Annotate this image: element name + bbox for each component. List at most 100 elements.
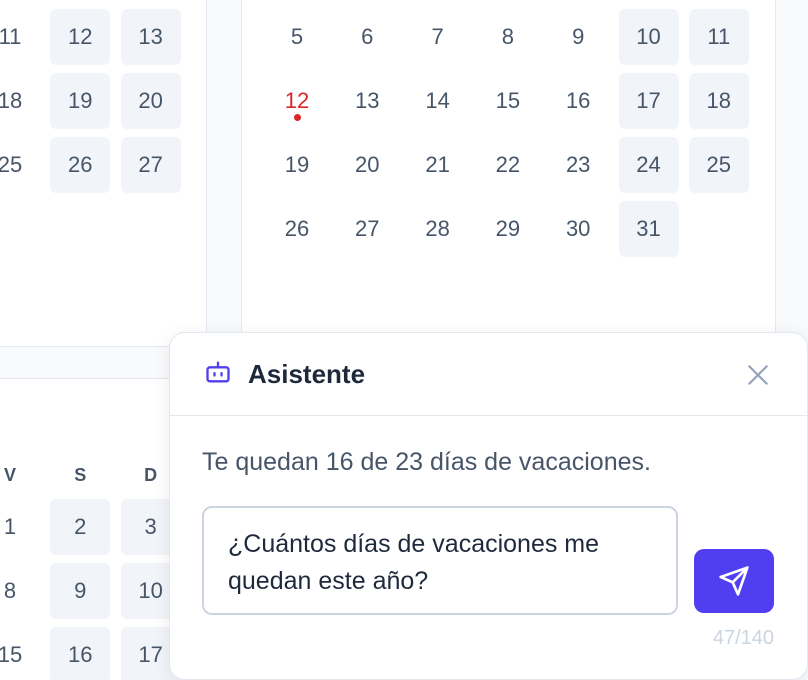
- calendar-day-number: 23: [565, 152, 591, 177]
- assistant-panel: Asistente Te quedan 16 de 23 días de vac…: [169, 332, 808, 680]
- calendar-day[interactable]: 11: [688, 9, 749, 65]
- calendar-day-number: 28: [425, 216, 450, 241]
- calendar-day[interactable]: 20: [120, 73, 181, 129]
- calendar-day[interactable]: 24: [618, 137, 679, 193]
- calendar-day-number: 7: [431, 24, 444, 49]
- calendar-day[interactable]: 12: [50, 9, 111, 65]
- calendar-day[interactable]: 10: [618, 9, 679, 65]
- calendar-day-number: 17: [636, 88, 661, 113]
- calendar-day-number: 8: [3, 578, 17, 603]
- assistant-title: Asistente: [248, 358, 366, 389]
- assistant-body: Te quedan 16 de 23 días de vacaciones.: [170, 448, 807, 615]
- calendar-day-number: 27: [138, 152, 163, 177]
- calendar-day[interactable]: 16: [50, 627, 111, 680]
- close-icon: [748, 365, 768, 385]
- calendar-day[interactable]: 25: [0, 137, 40, 193]
- calendar-day-number: 11: [707, 24, 731, 49]
- calendar-day[interactable]: 16: [548, 73, 608, 129]
- calendar-day[interactable]: 19: [267, 137, 327, 193]
- calendar-day[interactable]: 28: [408, 201, 468, 257]
- calendar-day[interactable]: 31: [618, 201, 679, 257]
- close-button[interactable]: [745, 362, 771, 388]
- calendar-day[interactable]: 18: [688, 73, 749, 129]
- calendar-day-number: 10: [636, 24, 661, 49]
- calendar-day-number: 26: [68, 152, 93, 177]
- question-input[interactable]: [202, 506, 678, 615]
- calendar-day-number: 16: [68, 642, 93, 667]
- calendar-day[interactable]: 15: [0, 627, 40, 680]
- calendar-day-number: 12: [68, 24, 93, 49]
- calendar-day[interactable]: 25: [688, 137, 749, 193]
- calendar-day-number: 21: [425, 152, 450, 177]
- calendar-day[interactable]: 15: [478, 73, 538, 129]
- robot-icon: [204, 358, 232, 391]
- calendar-day-number: 11: [0, 24, 22, 49]
- calendar-day-number: 29: [495, 216, 521, 241]
- calendar-day-number: 16: [565, 88, 591, 113]
- calendar-day-number: 20: [138, 88, 163, 113]
- calendar-day-number: 9: [572, 24, 585, 49]
- calendar-day[interactable]: 23: [548, 137, 608, 193]
- calendar-day-number: 9: [74, 578, 87, 603]
- calendar-day[interactable]: 8: [478, 9, 538, 65]
- send-icon: [719, 566, 749, 596]
- calendar-day[interactable]: 17: [618, 73, 679, 129]
- calendar-day-number: 2: [74, 514, 87, 539]
- calendar-day[interactable]: 26: [267, 201, 327, 257]
- calendar-day-number: 8: [501, 24, 515, 49]
- calendar-day-today[interactable]: 12: [267, 73, 327, 129]
- calendar-day-number: 31: [636, 216, 661, 241]
- calendar-day-number: 5: [290, 24, 304, 49]
- send-button[interactable]: [694, 549, 774, 613]
- calendar-day-number: 15: [0, 642, 23, 667]
- calendar-day[interactable]: 1: [0, 499, 40, 555]
- weekday-header: V: [3, 465, 16, 485]
- calendar-day-number: 25: [706, 152, 732, 177]
- calendar-day-number: 13: [138, 24, 163, 49]
- calendar-day-number: 22: [495, 152, 521, 177]
- calendar-day-number: 13: [355, 88, 380, 113]
- calendar-day[interactable]: 13: [337, 73, 397, 129]
- calendar-day-number: 18: [706, 88, 732, 113]
- calendar-day[interactable]: 9: [548, 9, 608, 65]
- calendar-day[interactable]: 13: [120, 9, 181, 65]
- calendar-day-number: 17: [138, 642, 163, 667]
- calendar-day[interactable]: 27: [120, 137, 181, 193]
- calendar-day-number: 1: [3, 514, 17, 539]
- calendar-day-number: 6: [361, 24, 374, 49]
- calendar-day[interactable]: 5: [267, 9, 327, 65]
- calendar-day[interactable]: 27: [337, 201, 397, 257]
- calendar-day-number: 14: [425, 88, 450, 113]
- assistant-header: Asistente: [170, 333, 807, 416]
- calendar-day[interactable]: 26: [50, 137, 111, 193]
- calendar-day-number: 15: [495, 88, 521, 113]
- calendar-day-number: 30: [565, 216, 591, 241]
- weekday-header: S: [74, 465, 87, 485]
- calendar-day-number: 24: [636, 152, 661, 177]
- calendar-day[interactable]: 14: [408, 73, 468, 129]
- character-counter: 47/140: [712, 627, 774, 649]
- calendar-day-number: 3: [144, 514, 157, 539]
- calendar-day[interactable]: 8: [0, 563, 40, 619]
- calendar-day[interactable]: 20: [337, 137, 397, 193]
- calendar-day[interactable]: 6: [337, 9, 397, 65]
- calendar-day-number: 20: [355, 152, 380, 177]
- calendar-day-number: 12: [284, 88, 310, 113]
- calendar-day[interactable]: 29: [478, 201, 538, 257]
- calendar-day-number: 19: [284, 152, 310, 177]
- calendar-day[interactable]: 22: [478, 137, 538, 193]
- calendar-day[interactable]: 30: [548, 201, 608, 257]
- calendar-day[interactable]: 11: [0, 9, 40, 65]
- calendar-day-number: 25: [0, 152, 23, 177]
- today-dot-indicator: [293, 114, 301, 121]
- calendar-day[interactable]: 18: [0, 73, 40, 129]
- calendar-day-number: 19: [68, 88, 93, 113]
- calendar-day[interactable]: 9: [50, 563, 111, 619]
- calendar-day[interactable]: 2: [50, 499, 111, 555]
- assistant-reply: Te quedan 16 de 23 días de vacaciones.: [202, 448, 651, 476]
- calendar-day[interactable]: 7: [408, 9, 468, 65]
- calendar-day[interactable]: 19: [50, 73, 111, 129]
- calendar-day[interactable]: 21: [408, 137, 468, 193]
- calendar-day-number: 26: [284, 216, 310, 241]
- calendar-day-number: 18: [0, 88, 23, 113]
